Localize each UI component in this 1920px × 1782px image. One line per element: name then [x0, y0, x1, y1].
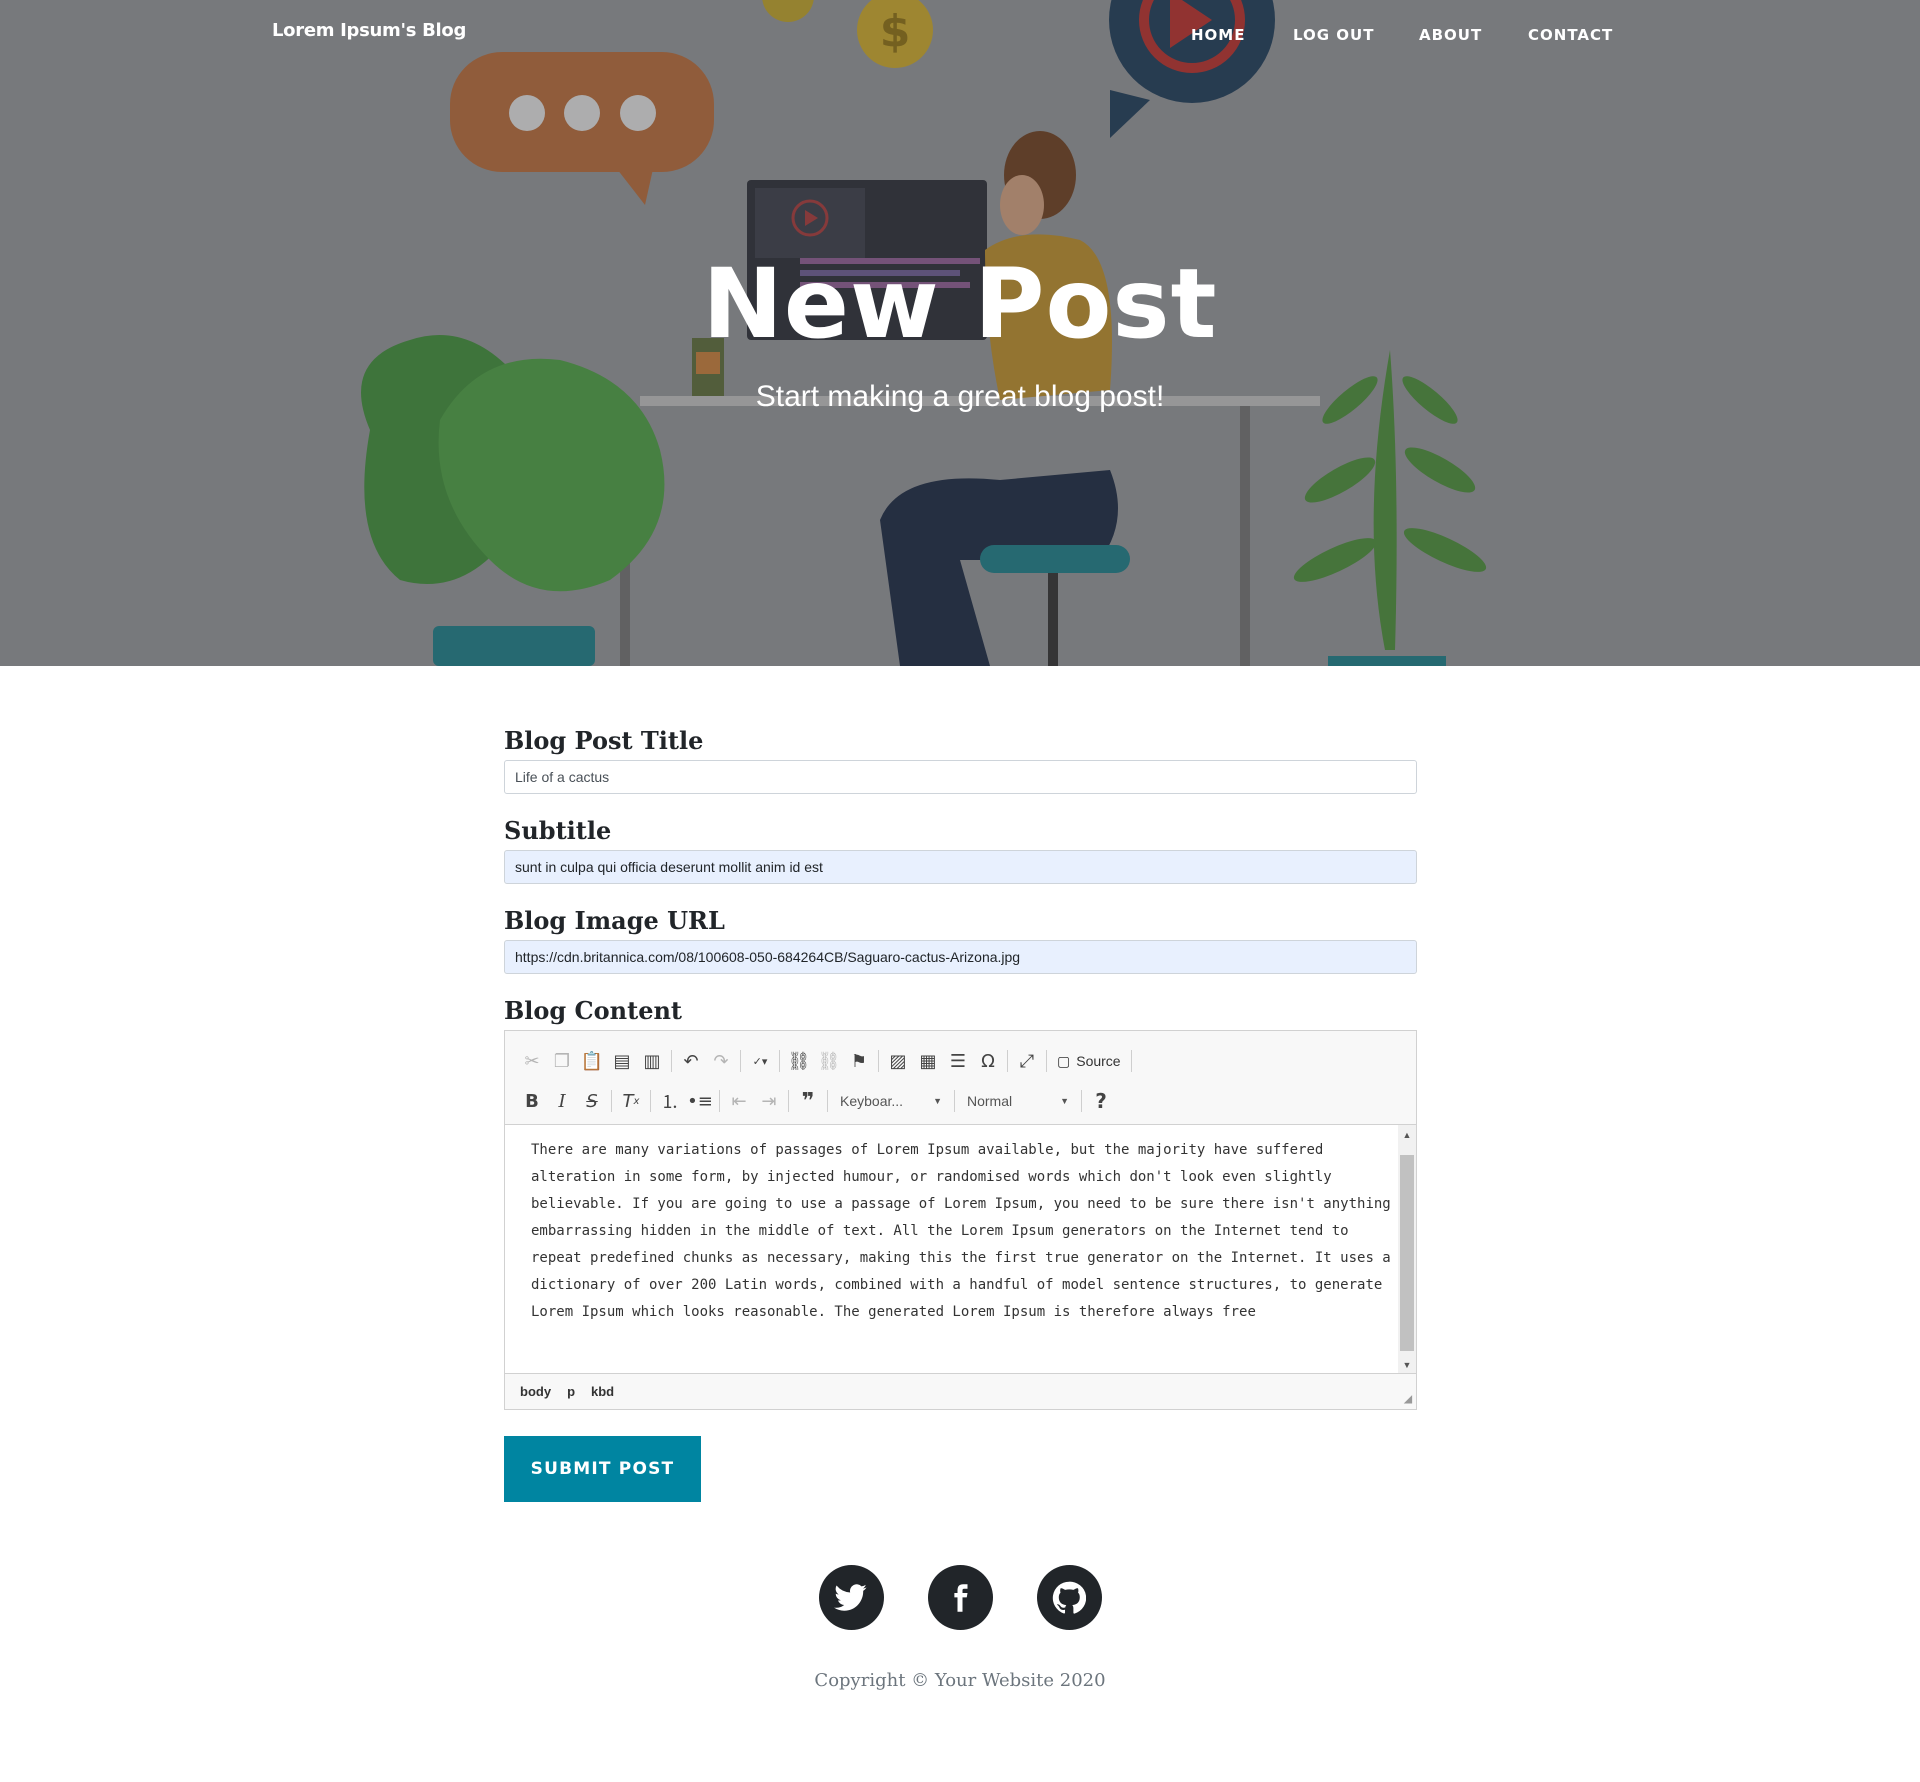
- toolbar-separator: [954, 1090, 955, 1112]
- spellcheck-icon[interactable]: ✓▾: [745, 1047, 775, 1075]
- social-links: [0, 1565, 1920, 1630]
- format-dropdown[interactable]: Normal ▼: [959, 1087, 1077, 1115]
- toolbar-separator: [650, 1090, 651, 1112]
- github-icon[interactable]: [1036, 1565, 1102, 1630]
- paste-word-icon[interactable]: ▥: [637, 1047, 667, 1075]
- toolbar-separator: [779, 1050, 780, 1072]
- unlink-icon[interactable]: ⛓: [814, 1047, 844, 1075]
- chevron-down-icon: ▼: [1060, 1096, 1069, 1106]
- toolbar-separator: [878, 1050, 879, 1072]
- link-icon[interactable]: ⛓: [784, 1047, 814, 1075]
- outdent-icon[interactable]: ⇤: [724, 1087, 754, 1115]
- toolbar-separator: [671, 1050, 672, 1072]
- subtitle-label: Subtitle: [504, 816, 612, 845]
- toolbar-separator: [788, 1090, 789, 1112]
- bulleted-list-icon[interactable]: •≡: [685, 1087, 715, 1115]
- editor-scrollbar[interactable]: ▲ ▼: [1398, 1125, 1416, 1375]
- special-char-icon[interactable]: Ω: [973, 1047, 1003, 1075]
- new-post-form: Blog Post Title Subtitle Blog Image URL …: [504, 726, 1417, 1410]
- nav-about-link[interactable]: ABOUT: [1419, 26, 1482, 44]
- editor-toolbar: ✂ ❐ 📋 ▤ ▥ ↶ ↷ ✓▾ ⛓ ⛓ ⚑ ▨ ▦ ☰ Ω ⤢ ▢ Sourc…: [505, 1031, 1416, 1125]
- anchor-flag-icon[interactable]: ⚑: [844, 1047, 874, 1075]
- numbered-list-icon[interactable]: ⒈: [655, 1087, 685, 1115]
- indent-icon[interactable]: ⇥: [754, 1087, 784, 1115]
- page-title: New Post: [702, 248, 1218, 360]
- facebook-icon[interactable]: [927, 1565, 993, 1630]
- bold-icon[interactable]: B: [517, 1087, 547, 1115]
- toolbar-separator: [611, 1090, 612, 1112]
- help-icon[interactable]: ?: [1086, 1087, 1116, 1115]
- toolbar-separator: [719, 1090, 720, 1112]
- paste-text-icon[interactable]: ▤: [607, 1047, 637, 1075]
- twitter-icon[interactable]: [818, 1565, 884, 1630]
- toolbar-separator: [1130, 1050, 1132, 1072]
- format-dropdown-value: Normal: [967, 1093, 1013, 1109]
- undo-icon[interactable]: ↶: [676, 1047, 706, 1075]
- editor-content-text[interactable]: There are many variations of passages of…: [531, 1137, 1391, 1326]
- resize-handle-icon[interactable]: ◢: [1404, 1394, 1412, 1405]
- scroll-up-icon[interactable]: ▲: [1398, 1127, 1416, 1143]
- blog-content-label: Blog Content: [504, 996, 682, 1025]
- path-item-body[interactable]: body: [520, 1384, 551, 1399]
- toolbar-separator: [1046, 1050, 1047, 1072]
- blog-title-input[interactable]: [504, 760, 1417, 794]
- nav-home-link[interactable]: HOME: [1191, 26, 1245, 44]
- nav-contact-link[interactable]: CONTACT: [1528, 26, 1613, 44]
- image-url-input[interactable]: [504, 940, 1417, 974]
- rich-text-editor: ✂ ❐ 📋 ▤ ▥ ↶ ↷ ✓▾ ⛓ ⛓ ⚑ ▨ ▦ ☰ Ω ⤢ ▢ Sourc…: [504, 1030, 1417, 1410]
- editor-content-area[interactable]: There are many variations of passages of…: [505, 1125, 1416, 1375]
- toolbar-separator: [1007, 1050, 1008, 1072]
- chevron-down-icon: ▼: [933, 1096, 942, 1106]
- maximize-icon[interactable]: ⤢: [1012, 1047, 1042, 1075]
- submit-post-button[interactable]: SUBMIT POST: [504, 1436, 701, 1502]
- copy-icon[interactable]: ❐: [547, 1047, 577, 1075]
- path-item-p[interactable]: p: [567, 1384, 575, 1399]
- table-icon[interactable]: ▦: [913, 1047, 943, 1075]
- blog-title-label: Blog Post Title: [504, 726, 704, 755]
- nav-logout-link[interactable]: LOG OUT: [1293, 26, 1374, 44]
- hero-header: $ Lorem Ipsum's Blog HOME LOG OUT ABOUT …: [0, 0, 1920, 666]
- scroll-down-icon[interactable]: ▼: [1398, 1357, 1416, 1373]
- cut-icon[interactable]: ✂: [517, 1047, 547, 1075]
- toolbar-row-2: B I S Tx ⒈ •≡ ⇤ ⇥ ❞ Keyboar... ▼ Normal …: [517, 1081, 1404, 1121]
- brand-link[interactable]: Lorem Ipsum's Blog: [272, 20, 466, 41]
- blockquote-icon[interactable]: ❞: [793, 1087, 823, 1115]
- styles-dropdown-value: Keyboar...: [840, 1093, 904, 1109]
- scrollbar-thumb[interactable]: [1400, 1155, 1414, 1351]
- styles-dropdown[interactable]: Keyboar... ▼: [832, 1087, 950, 1115]
- redo-icon[interactable]: ↷: [706, 1047, 736, 1075]
- strikethrough-icon[interactable]: S: [577, 1087, 607, 1115]
- editor-elements-path: body p kbd ◢: [505, 1373, 1416, 1409]
- page-subtitle: Start making a great blog post!: [755, 380, 1165, 413]
- source-button[interactable]: ▢ Source: [1051, 1053, 1127, 1070]
- image-url-label: Blog Image URL: [504, 906, 725, 935]
- copyright-text: Copyright © Your Website 2020: [814, 1670, 1106, 1691]
- paste-icon[interactable]: 📋: [577, 1047, 607, 1075]
- path-item-kbd[interactable]: kbd: [591, 1384, 614, 1399]
- toolbar-separator: [1081, 1090, 1082, 1112]
- image-icon[interactable]: ▨: [883, 1047, 913, 1075]
- toolbar-separator: [827, 1090, 828, 1112]
- source-icon: ▢: [1057, 1052, 1071, 1069]
- toolbar-row-1: ✂ ❐ 📋 ▤ ▥ ↶ ↷ ✓▾ ⛓ ⛓ ⚑ ▨ ▦ ☰ Ω ⤢ ▢ Sourc…: [517, 1041, 1404, 1081]
- horizontal-line-icon[interactable]: ☰: [943, 1047, 973, 1075]
- source-label: Source: [1076, 1053, 1121, 1069]
- italic-icon[interactable]: I: [547, 1087, 577, 1115]
- subtitle-input[interactable]: [504, 850, 1417, 884]
- toolbar-separator: [740, 1050, 741, 1072]
- remove-format-icon[interactable]: Tx: [616, 1087, 646, 1115]
